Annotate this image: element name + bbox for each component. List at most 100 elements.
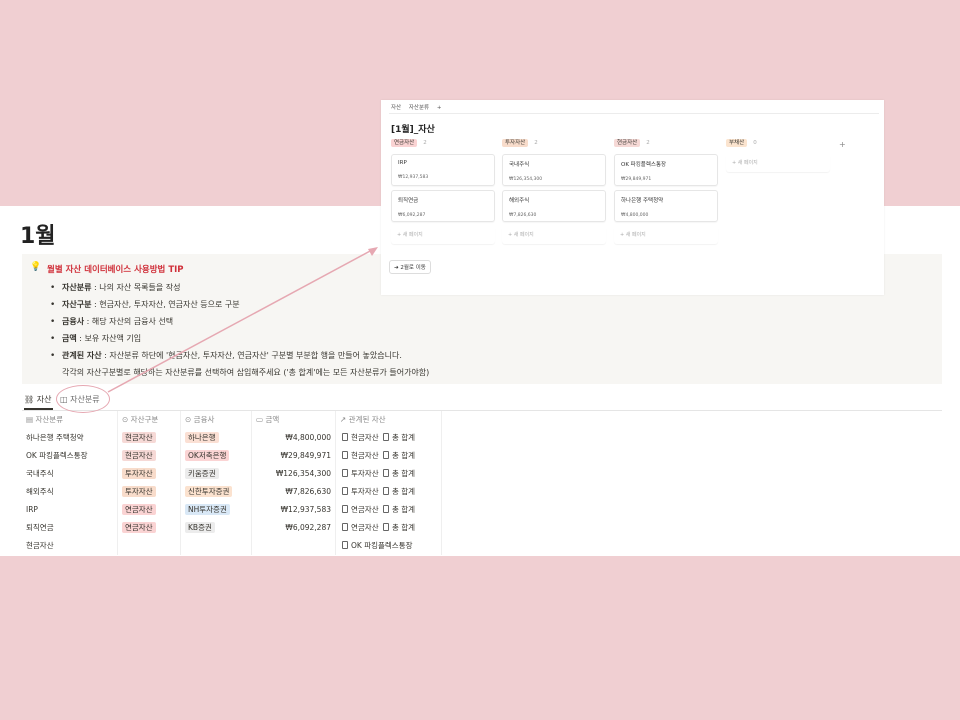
board-view-screenshot: 자산 자산분류 + [1월]_자산 연금자산 2 IRP ₩12,937,583 퇴직연… bbox=[381, 100, 884, 295]
type-tag: 투자자산 bbox=[122, 486, 156, 497]
group-tag: 부채산 bbox=[726, 139, 748, 147]
page-title: 1월 bbox=[20, 224, 56, 249]
cell-amount[interactable]: ₩4,800,000 bbox=[252, 429, 336, 447]
cell-company[interactable]: 신한투자증권 bbox=[181, 483, 252, 501]
board-card[interactable]: 퇴직연금 ₩6,092,287 bbox=[391, 190, 495, 222]
board-tab-asset[interactable]: 자산 bbox=[391, 105, 401, 111]
type-tag: 연금자산 bbox=[122, 504, 156, 515]
board-card[interactable]: IRP ₩12,937,583 bbox=[391, 154, 495, 186]
tip-item: 금융사 : 해당 자산의 금융사 선택 bbox=[48, 316, 402, 333]
type-tag: 현금자산 bbox=[122, 450, 156, 461]
tip-extra-text: 각각의 자산구분별로 해당하는 자산분류를 선택하여 삽입해주세요 ('총 합계… bbox=[62, 368, 430, 377]
cell-name[interactable]: IRP bbox=[22, 501, 118, 519]
tip-list: 자산분류 : 나의 자산 목록들을 작성 자산구분 : 현금자산, 투자자산, … bbox=[48, 282, 402, 367]
page-icon bbox=[342, 469, 348, 477]
tab-asset[interactable]: ⛓ 자산 bbox=[24, 393, 54, 410]
cell-relation[interactable]: 투자자산 총 합계 bbox=[336, 465, 442, 483]
cell-amount[interactable]: ₩12,937,583 bbox=[252, 501, 336, 519]
column-header[interactable]: 투자자산 2 bbox=[502, 138, 606, 150]
cell-name[interactable]: 국내주식 bbox=[22, 465, 118, 483]
type-tag: 현금자산 bbox=[122, 432, 156, 443]
cell-name[interactable]: OK 파킹플렉스통장 bbox=[22, 447, 118, 465]
board-card[interactable]: OK 파킹플렉스통장 ₩29,849,971 bbox=[614, 154, 718, 186]
header-amount[interactable]: ▭ 금액 bbox=[252, 411, 336, 429]
board-card[interactable]: 하나은행 주택청약 ₩4,800,000 bbox=[614, 190, 718, 222]
cell-amount[interactable]: ₩7,826,630 bbox=[252, 483, 336, 501]
link-icon: ⛓ bbox=[24, 395, 37, 404]
select-icon: ⊙ bbox=[122, 415, 131, 424]
card-amount: ₩7,826,630 bbox=[509, 213, 537, 218]
card-name: 해외주식 bbox=[509, 198, 530, 204]
header-relation[interactable]: ↗ 관계된 자산 bbox=[336, 411, 442, 429]
board-card[interactable]: 해외주식 ₩7,826,630 bbox=[502, 190, 606, 222]
new-page-button[interactable]: + 새 페이지 bbox=[726, 154, 830, 172]
cell-type[interactable]: 투자자산 bbox=[118, 483, 181, 501]
cell-type[interactable]: 연금자산 bbox=[118, 501, 181, 519]
header-company[interactable]: ⊙ 금융사 bbox=[181, 411, 252, 429]
column-header[interactable]: 부채산 0 bbox=[726, 138, 830, 150]
cell-relation[interactable]: 연금자산 총 합계 bbox=[336, 519, 442, 537]
board-column: 현금자산 2 OK 파킹플렉스통장 ₩29,849,971 하나은행 주택청약 ₩4,80… bbox=[614, 138, 718, 244]
page-icon bbox=[342, 433, 348, 441]
new-page-button[interactable]: + 새 페이지 bbox=[502, 226, 606, 244]
board-column: 연금자산 2 IRP ₩12,937,583 퇴직연금 ₩6,092,287 + 새 페이지 bbox=[391, 138, 495, 244]
next-month-button[interactable]: ➜ 2월로 이동 bbox=[389, 260, 431, 274]
cell-amount[interactable]: ₩126,354,300 bbox=[252, 465, 336, 483]
cell-relation[interactable]: 현금자산 총 합계 bbox=[336, 447, 442, 465]
select-icon: ⊙ bbox=[185, 415, 194, 424]
board-tab-category[interactable]: 자산분류 bbox=[409, 105, 429, 111]
company-tag: 키움증권 bbox=[185, 468, 219, 479]
board-column: 투자자산 2 국내주식 ₩126,354,300 해외주식 ₩7,826,630 + 새 페… bbox=[502, 138, 606, 244]
lightbulb-icon: 💡 bbox=[30, 262, 42, 272]
cell-company[interactable]: KB증권 bbox=[181, 519, 252, 537]
new-page-button[interactable]: + 새 페이지 bbox=[614, 226, 718, 244]
board-tab-add[interactable]: + bbox=[437, 105, 442, 111]
group-tag: 연금자산 bbox=[391, 139, 418, 147]
header-type[interactable]: ⊙ 자산구분 bbox=[118, 411, 181, 429]
cell-company[interactable] bbox=[181, 537, 252, 555]
card-name: 국내주식 bbox=[509, 162, 530, 168]
cell-amount[interactable] bbox=[252, 537, 336, 555]
page-icon bbox=[342, 523, 348, 531]
cell-type[interactable]: 현금자산 bbox=[118, 447, 181, 465]
group-count: 0 bbox=[753, 140, 757, 146]
group-tag: 투자자산 bbox=[502, 139, 529, 147]
page-icon bbox=[342, 505, 348, 513]
cell-relation[interactable]: 투자자산 총 합계 bbox=[336, 483, 442, 501]
header-name[interactable]: ▤ 자산분류 bbox=[22, 411, 118, 429]
cell-name[interactable]: 하나은행 주택청약 bbox=[22, 429, 118, 447]
board-title: [1월]_자산 bbox=[391, 125, 435, 135]
tip-title: 월별 자산 데이터베이스 사용방법 TIP bbox=[47, 265, 184, 275]
cell-amount[interactable]: ₩6,092,287 bbox=[252, 519, 336, 537]
new-page-button[interactable]: + 새 페이지 bbox=[391, 226, 495, 244]
cell-company[interactable]: 하나은행 bbox=[181, 429, 252, 447]
company-tag: NH투자증권 bbox=[185, 504, 230, 515]
cell-type[interactable]: 현금자산 bbox=[118, 429, 181, 447]
group-tag: 현금자산 bbox=[614, 139, 641, 147]
cell-amount[interactable]: ₩29,849,971 bbox=[252, 447, 336, 465]
cell-type[interactable] bbox=[118, 537, 181, 555]
card-name: OK 파킹플렉스통장 bbox=[621, 162, 667, 168]
cell-relation[interactable]: 연금자산 총 합계 bbox=[336, 501, 442, 519]
cell-company[interactable]: NH투자증권 bbox=[181, 501, 252, 519]
cell-name[interactable]: 해외주식 bbox=[22, 483, 118, 501]
column-header[interactable]: 현금자산 2 bbox=[614, 138, 718, 150]
board-card[interactable]: 국내주식 ₩126,354,300 bbox=[502, 154, 606, 186]
card-name: 퇴직연금 bbox=[398, 198, 419, 204]
view-tabs: ⛓ 자산 ◫ 자산분류 bbox=[22, 385, 942, 413]
cell-type[interactable]: 연금자산 bbox=[118, 519, 181, 537]
tip-item: 자산구분 : 현금자산, 투자자산, 연금자산 등으로 구분 bbox=[48, 299, 402, 316]
column-header[interactable]: 연금자산 2 bbox=[391, 138, 495, 150]
cell-type[interactable]: 투자자산 bbox=[118, 465, 181, 483]
card-amount: ₩4,800,000 bbox=[621, 213, 649, 218]
add-group-button[interactable]: + bbox=[839, 140, 846, 149]
cell-relation[interactable]: OK 파킹플렉스통장 bbox=[336, 537, 442, 555]
group-count: 2 bbox=[534, 140, 538, 146]
cell-name[interactable]: 퇴직연금 bbox=[22, 519, 118, 537]
cell-company[interactable]: OK저축은행 bbox=[181, 447, 252, 465]
cell-relation[interactable]: 현금자산 총 합계 bbox=[336, 429, 442, 447]
card-amount: ₩12,937,583 bbox=[398, 175, 429, 180]
cell-name[interactable]: 현금자산 bbox=[22, 537, 118, 555]
card-name: 하나은행 주택청약 bbox=[621, 198, 664, 204]
cell-company[interactable]: 키움증권 bbox=[181, 465, 252, 483]
